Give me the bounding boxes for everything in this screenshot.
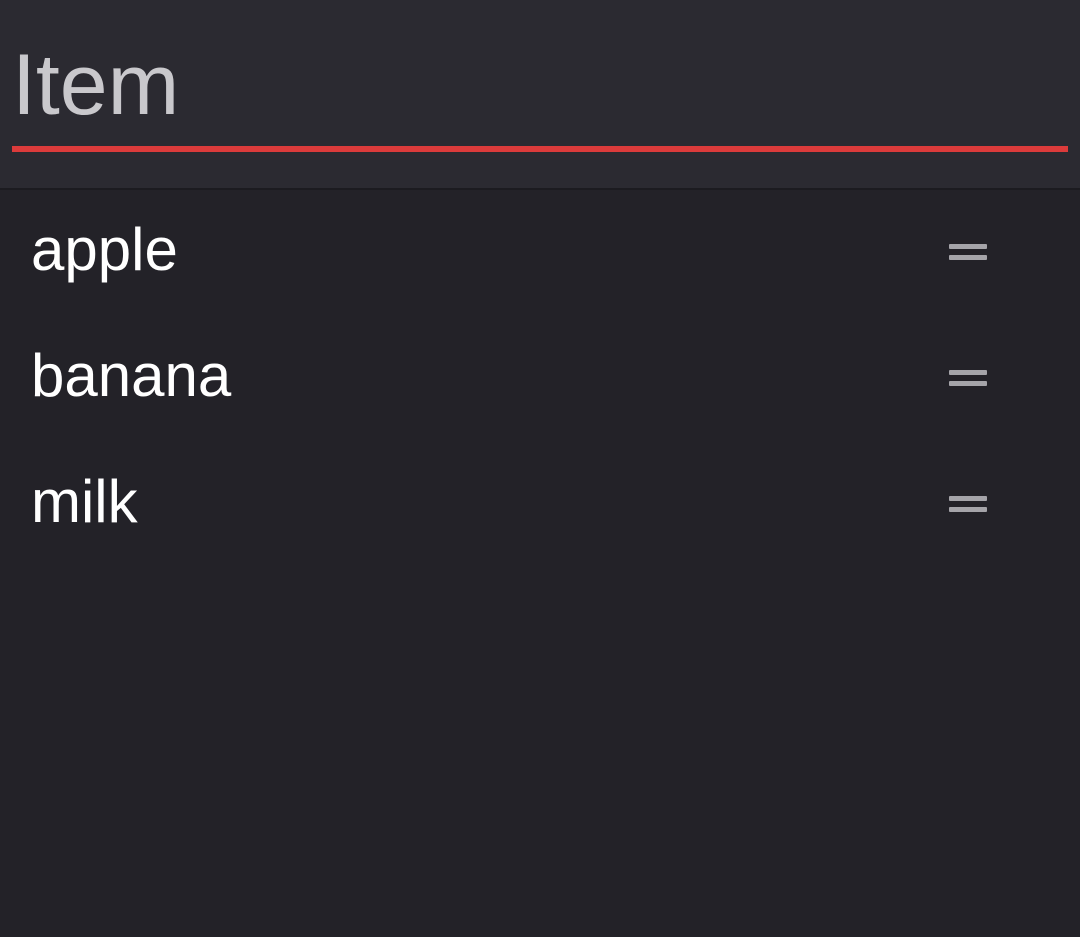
- item-list: apple banana milk: [0, 190, 1080, 568]
- list-item-label: apple: [31, 216, 178, 283]
- list-item[interactable]: banana: [0, 316, 1080, 442]
- list-item-label: banana: [31, 342, 232, 409]
- drag-handle-icon[interactable]: [936, 230, 1000, 274]
- app-root: apple banana milk: [0, 0, 1080, 937]
- drag-handle-icon[interactable]: [936, 356, 1000, 400]
- item-input-bar: [0, 0, 1080, 190]
- drag-handle-icon[interactable]: [936, 482, 1000, 526]
- input-underline: [12, 146, 1068, 152]
- list-item[interactable]: apple: [0, 190, 1080, 316]
- list-item[interactable]: milk: [0, 442, 1080, 568]
- item-input[interactable]: [12, 30, 1068, 140]
- list-item-label: milk: [31, 468, 138, 535]
